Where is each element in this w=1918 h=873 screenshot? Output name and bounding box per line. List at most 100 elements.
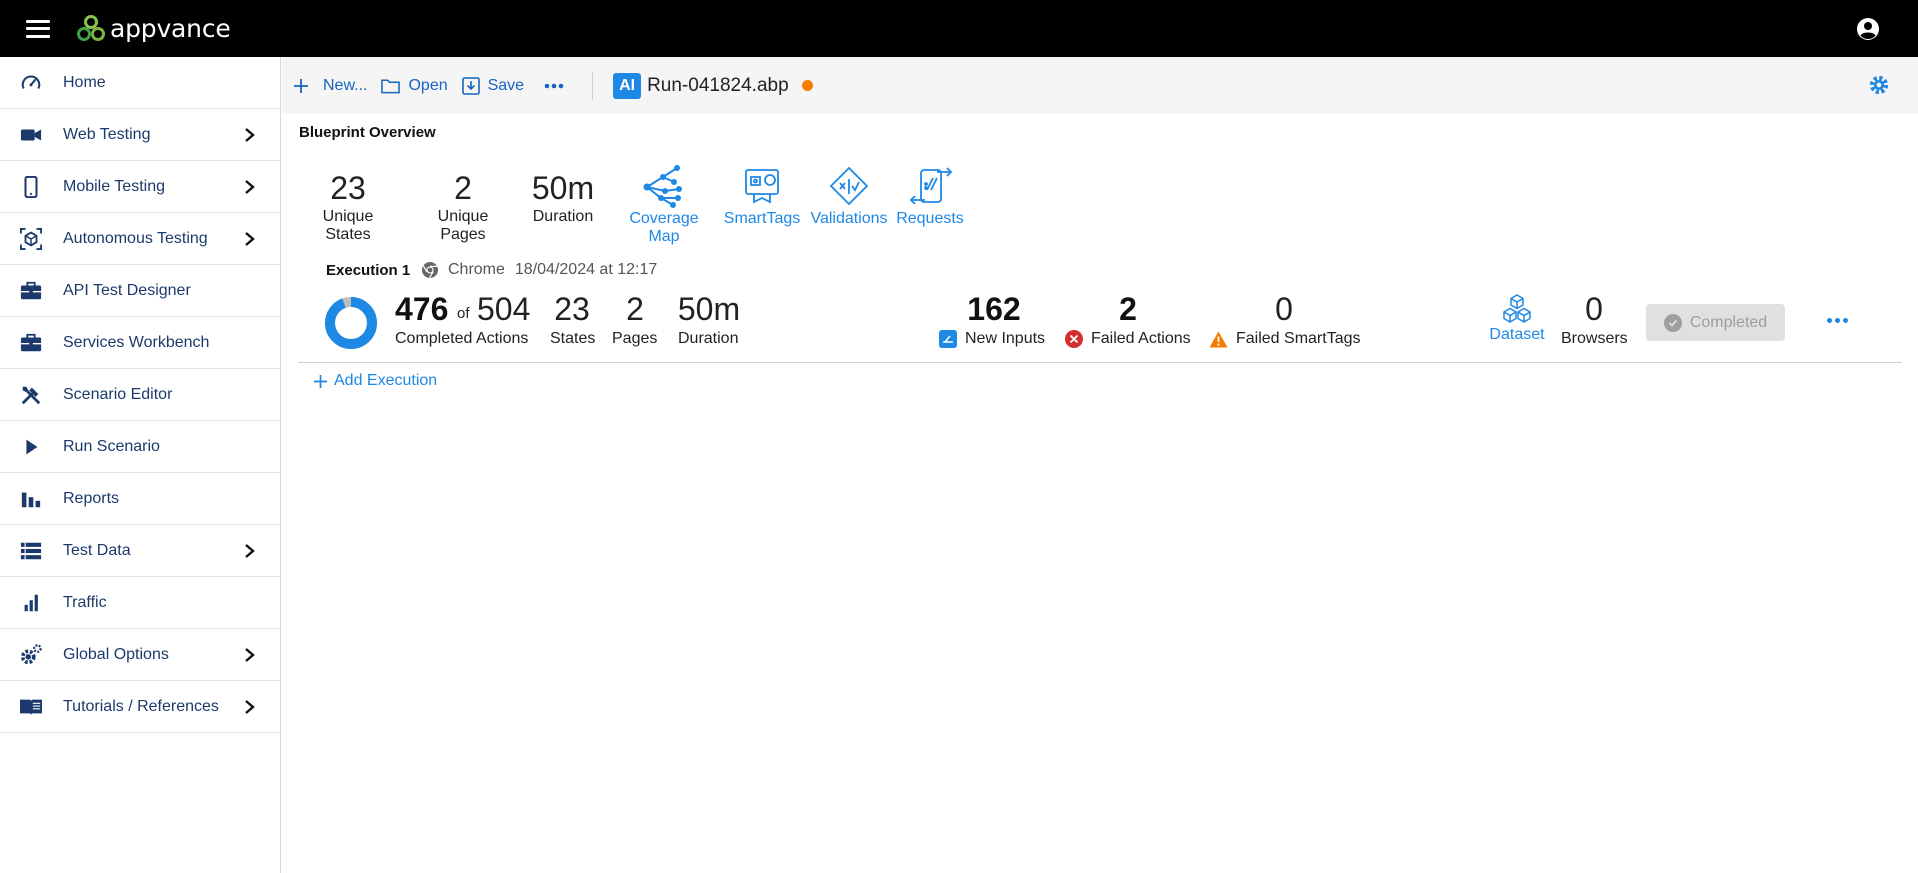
chevron-right-icon: [245, 180, 255, 194]
duration-value: 50m: [531, 170, 595, 206]
validations-label: Validations: [810, 210, 888, 227]
unique-states-label: Unique States: [322, 208, 374, 243]
plus-icon: [294, 78, 308, 93]
failed-smarttags-label: Failed SmartTags: [1236, 330, 1361, 347]
warning-triangle-icon: [1209, 331, 1228, 348]
coverage-map-network-icon: [643, 165, 682, 208]
new-inputs-stat[interactable]: New Inputs: [939, 330, 1045, 348]
of-word: of: [457, 305, 470, 322]
failed-actions-stat[interactable]: Failed Actions: [1065, 330, 1191, 348]
briefcase-icon: [19, 279, 43, 303]
tools-icon: [19, 383, 43, 407]
sidebar-item-global-options[interactable]: Global Options: [0, 629, 280, 681]
sidebar-item-test-data[interactable]: Test Data: [0, 525, 280, 577]
failed-smarttags-value: 0: [1275, 291, 1293, 327]
save-button[interactable]: Save: [461, 76, 525, 95]
smarttags-link[interactable]: SmartTags: [722, 164, 802, 228]
sidebar-item-home[interactable]: Home: [0, 57, 280, 109]
chevron-right-icon: [245, 128, 255, 142]
requests-link[interactable]: Requests: [894, 164, 966, 228]
sidebar-item-label: Run Scenario: [63, 437, 160, 455]
chevron-right-icon: [245, 232, 255, 246]
sidebar-item-scenario-editor[interactable]: Scenario Editor: [0, 369, 280, 421]
sidebar-item-label: Web Testing: [63, 125, 151, 143]
states-label: States: [550, 330, 596, 347]
completion-donut-arc: [325, 297, 377, 349]
sidebar-item-label: Global Options: [63, 645, 169, 663]
browsers-value: 0: [1585, 291, 1603, 327]
completed-actions-label: Completed Actions: [395, 330, 529, 347]
ai-badge: AI: [613, 72, 642, 99]
file-name: Run-041824.abp: [647, 74, 789, 96]
sidebar-item-web-testing[interactable]: Web Testing: [0, 109, 280, 161]
sidebar-item-label: Mobile Testing: [63, 177, 165, 195]
appvance-logo-icon: [77, 14, 105, 41]
sidebar-item-label: Tutorials / References: [63, 697, 219, 715]
add-execution-label: Add Execution: [334, 372, 438, 389]
settings-gear-icon[interactable]: [1868, 74, 1890, 96]
dataset-label: Dataset: [1489, 326, 1545, 343]
total-actions-count: 504: [477, 291, 531, 327]
user-account-icon[interactable]: [1856, 17, 1880, 41]
smarttags-icon: [745, 169, 779, 204]
sidebar: Home Web Testing Mobile Testing Autonomo…: [0, 57, 281, 873]
sidebar-item-reports[interactable]: Reports: [0, 473, 280, 525]
book-icon: [19, 695, 43, 719]
browsers-label: Browsers: [1561, 330, 1628, 347]
failed-actions-value: 2: [1119, 291, 1137, 327]
sidebar-item-services-workbench[interactable]: Services Workbench: [0, 317, 280, 369]
error-circle-icon: [1065, 330, 1083, 348]
sidebar-item-autonomous-testing[interactable]: Autonomous Testing: [0, 213, 280, 265]
sidebar-item-label: Reports: [63, 489, 120, 507]
new-inputs-value: 162: [967, 291, 1021, 327]
play-icon: [19, 435, 43, 459]
save-download-icon: [461, 76, 480, 95]
failed-smarttags-stat[interactable]: Failed SmartTags: [1209, 330, 1361, 348]
video-camera-icon: [19, 123, 43, 147]
new-button[interactable]: New...: [293, 77, 367, 95]
unique-pages-stat: 2 Unique Pages: [414, 170, 512, 244]
open-button-label: Open: [408, 76, 448, 94]
execution-divider: [298, 362, 1902, 363]
execution-status-button[interactable]: Completed: [1646, 304, 1785, 341]
unique-states-stat: 23 Unique States: [299, 170, 397, 244]
sidebar-item-run-scenario[interactable]: Run Scenario: [0, 421, 280, 473]
duration-label: Duration: [532, 208, 594, 225]
sidebar-item-label: Traffic: [63, 593, 107, 611]
add-execution-button[interactable]: Add Execution: [313, 372, 437, 390]
requests-icon: [909, 167, 953, 205]
sidebar-item-label: API Test Designer: [63, 281, 191, 299]
unique-pages-value: 2: [454, 170, 472, 206]
coverage-map-link[interactable]: Coverage Map: [612, 164, 716, 246]
plus-icon: [313, 374, 328, 388]
validations-link[interactable]: Validations: [808, 164, 890, 228]
dataset-cubes-icon: [1503, 294, 1531, 323]
sidebar-item-mobile-testing[interactable]: Mobile Testing: [0, 161, 280, 213]
chevron-right-icon: [245, 648, 255, 662]
sidebar-item-tutorials-references[interactable]: Tutorials / References: [0, 681, 280, 733]
execution-duration-label: Duration: [678, 330, 739, 347]
save-button-label: Save: [487, 76, 525, 94]
more-options-button[interactable]: [544, 83, 572, 89]
requests-label: Requests: [896, 210, 964, 227]
file-toolbar: New... Open Save AI Run-041824.abp: [282, 57, 1918, 114]
failed-actions-label: Failed Actions: [1091, 330, 1191, 347]
sidebar-item-traffic[interactable]: Traffic: [0, 577, 280, 629]
blueprint-overview-title: Blueprint Overview: [299, 124, 436, 141]
bar-chart-icon: [19, 487, 43, 511]
sidebar-item-api-test-designer[interactable]: API Test Designer: [0, 265, 280, 317]
top-bar: appvance: [0, 0, 1918, 57]
unique-states-value: 23: [330, 170, 366, 206]
sidebar-item-label: Scenario Editor: [63, 385, 173, 403]
smarttags-label: SmartTags: [723, 210, 801, 227]
open-button[interactable]: Open: [381, 76, 448, 95]
hamburger-menu-icon[interactable]: [26, 19, 50, 38]
pages-value: 2: [626, 291, 644, 327]
sidebar-item-label: Services Workbench: [63, 333, 210, 351]
execution-meta: Chrome 18/04/2024 at 12:17: [421, 261, 657, 279]
appvance-logo[interactable]: appvance: [76, 14, 231, 44]
execution-status-label: Completed: [1689, 313, 1768, 331]
new-inputs-icon: [939, 330, 957, 348]
dataset-link[interactable]: Dataset: [1486, 294, 1548, 344]
execution-more-options-icon[interactable]: [1827, 318, 1848, 323]
